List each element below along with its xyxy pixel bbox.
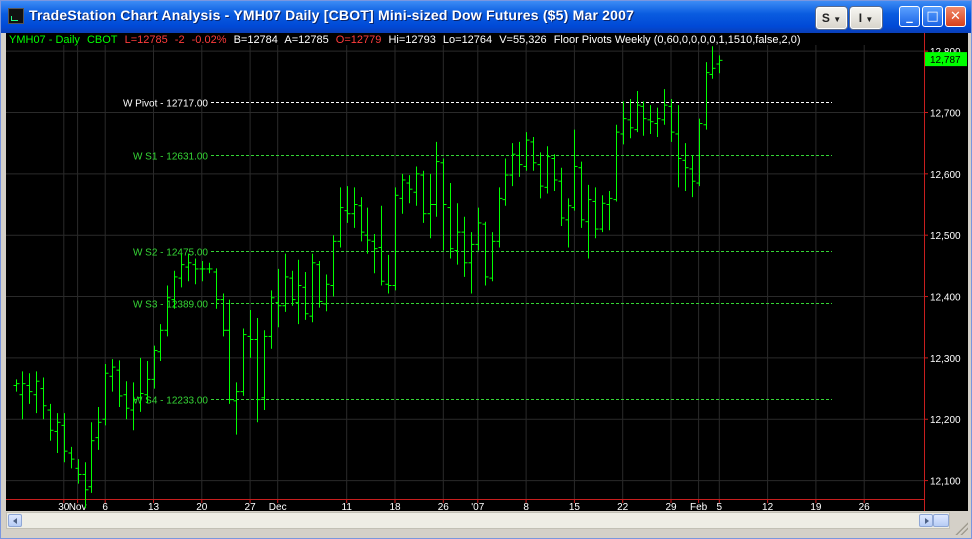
symbol-link-button[interactable]: S ▼ bbox=[816, 7, 847, 29]
status-last: L=12785 bbox=[124, 34, 168, 46]
scroll-left-arrow-icon[interactable] bbox=[8, 514, 22, 527]
y-tick-label: 12,500 bbox=[930, 231, 961, 242]
x-tick-label: Dec bbox=[269, 502, 287, 511]
resize-grip-icon[interactable] bbox=[954, 521, 968, 535]
price-chart[interactable]: 12,100 12,200 12,300 12,400 12,500 12,600 12,7… bbox=[6, 33, 968, 511]
tradestation-chart-icon[interactable] bbox=[8, 8, 24, 24]
x-tick-label: 29 bbox=[665, 502, 677, 511]
interval-link-button[interactable]: I ▼ bbox=[850, 7, 882, 29]
x-tick-label: 11 bbox=[342, 502, 353, 511]
chevron-down-icon: ▼ bbox=[833, 15, 842, 24]
x-tick-label: 27 bbox=[245, 502, 257, 511]
symbol-link-label: S bbox=[821, 11, 830, 25]
status-open: O=12779 bbox=[335, 34, 382, 46]
status-ask: A=12785 bbox=[284, 34, 329, 46]
pivot-level-label: W S2 - 12475.00 bbox=[133, 248, 208, 259]
x-tick-label: 20 bbox=[196, 502, 208, 511]
x-tick-label: 12 bbox=[762, 502, 774, 511]
minimize-button[interactable]: _ bbox=[899, 6, 920, 27]
status-change-pct: -0.02% bbox=[191, 34, 227, 46]
chart-area[interactable]: 12,100 12,200 12,300 12,400 12,500 12,600 12,7… bbox=[6, 33, 968, 511]
scroll-right-arrow-icon[interactable] bbox=[919, 514, 933, 527]
close-icon: ✕ bbox=[950, 9, 961, 24]
scroll-thumb[interactable] bbox=[933, 514, 949, 527]
x-tick-label: '07 bbox=[471, 502, 484, 511]
status-symbol: YMH07 - Daily bbox=[9, 34, 80, 46]
y-tick-label: 12,300 bbox=[930, 354, 961, 365]
interval-link-label: I bbox=[858, 11, 863, 25]
title-bar[interactable]: TradeStation Chart Analysis - YMH07 Dail… bbox=[1, 1, 971, 33]
window-title: TradeStation Chart Analysis - YMH07 Dail… bbox=[29, 7, 635, 23]
horizontal-scrollbar[interactable] bbox=[6, 512, 950, 529]
last-price-label: 12,787 bbox=[930, 55, 961, 66]
status-change: -2 bbox=[174, 34, 185, 46]
status-exchange: CBOT bbox=[86, 34, 118, 46]
status-indicator: Floor Pivots Weekly (0,60,0,0,0,0,1,1510… bbox=[553, 34, 801, 46]
x-tick-label: 18 bbox=[389, 502, 401, 511]
x-tick-label: Feb bbox=[690, 502, 708, 511]
y-tick-label: 12,700 bbox=[930, 108, 961, 119]
status-volume: V=55,326 bbox=[499, 34, 547, 46]
status-low: Lo=12764 bbox=[442, 34, 493, 46]
maximize-icon: □ bbox=[926, 9, 939, 24]
x-tick-label: 6 bbox=[102, 502, 108, 511]
y-tick-label: 12,200 bbox=[930, 415, 961, 426]
y-tick-label: 12,400 bbox=[930, 293, 961, 304]
status-bid: B=12784 bbox=[233, 34, 278, 46]
x-tick-label: 26 bbox=[438, 502, 450, 511]
x-tick-label: 5 bbox=[717, 502, 723, 511]
chevron-down-icon: ▼ bbox=[865, 15, 874, 24]
x-tick-label: Nov bbox=[69, 502, 87, 511]
close-button[interactable]: ✕ bbox=[945, 6, 966, 27]
y-tick-label: 12,100 bbox=[930, 477, 961, 488]
x-tick-label: 15 bbox=[569, 502, 581, 511]
pivot-level-label: W S1 - 12631.00 bbox=[133, 152, 208, 163]
status-high: Hi=12793 bbox=[388, 34, 436, 46]
minimize-icon: _ bbox=[906, 9, 913, 24]
maximize-button[interactable]: □ bbox=[922, 6, 943, 27]
status-line: YMH07 - Daily CBOT L=12785 -2 -0.02% B=1… bbox=[9, 33, 805, 47]
x-tick-label: 8 bbox=[523, 502, 529, 511]
y-tick-label: 12,600 bbox=[930, 170, 961, 181]
x-tick-label: 13 bbox=[148, 502, 160, 511]
x-tick-label: 26 bbox=[859, 502, 871, 511]
x-tick-label: 19 bbox=[810, 502, 822, 511]
pivot-level-label: W Pivot - 12717.00 bbox=[123, 99, 208, 110]
chart-window: TradeStation Chart Analysis - YMH07 Dail… bbox=[0, 0, 972, 539]
x-tick-label: 22 bbox=[617, 502, 629, 511]
pivot-level-label: W S3 - 12389.00 bbox=[133, 300, 208, 311]
pivot-level-label: W S4 - 12233.00 bbox=[133, 396, 208, 407]
